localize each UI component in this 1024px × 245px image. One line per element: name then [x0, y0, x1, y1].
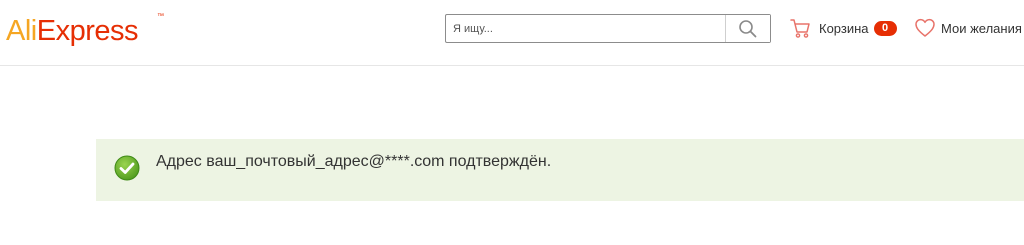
- cart-link[interactable]: Корзина 0: [789, 16, 897, 40]
- cart-icon: [790, 19, 810, 38]
- site-header: AliExpress ™ Корзина 0 Мои желания: [0, 0, 1024, 66]
- search-input[interactable]: [446, 15, 725, 42]
- email-confirmed-notice: Адрес ваш_почтовый_адрес@****.com подтве…: [96, 139, 1024, 201]
- check-circle-icon: [114, 155, 140, 181]
- cart-count-badge: 0: [873, 20, 897, 36]
- search-icon: [739, 19, 757, 37]
- search-bar: [445, 14, 771, 43]
- logo-trademark: ™: [157, 13, 164, 20]
- cart-label: Корзина: [819, 20, 869, 36]
- search-button[interactable]: [725, 15, 770, 42]
- wishlist-label: Мои желания: [941, 20, 1022, 36]
- logo-ali-text: Ali: [6, 15, 37, 47]
- logo-express-text: Express: [36, 15, 139, 47]
- aliexpress-logo[interactable]: AliExpress ™: [6, 11, 164, 51]
- notice-message: Адрес ваш_почтовый_адрес@****.com подтве…: [156, 153, 552, 170]
- heart-icon: [915, 18, 935, 37]
- wishlist-link[interactable]: Мои желания: [914, 16, 1022, 40]
